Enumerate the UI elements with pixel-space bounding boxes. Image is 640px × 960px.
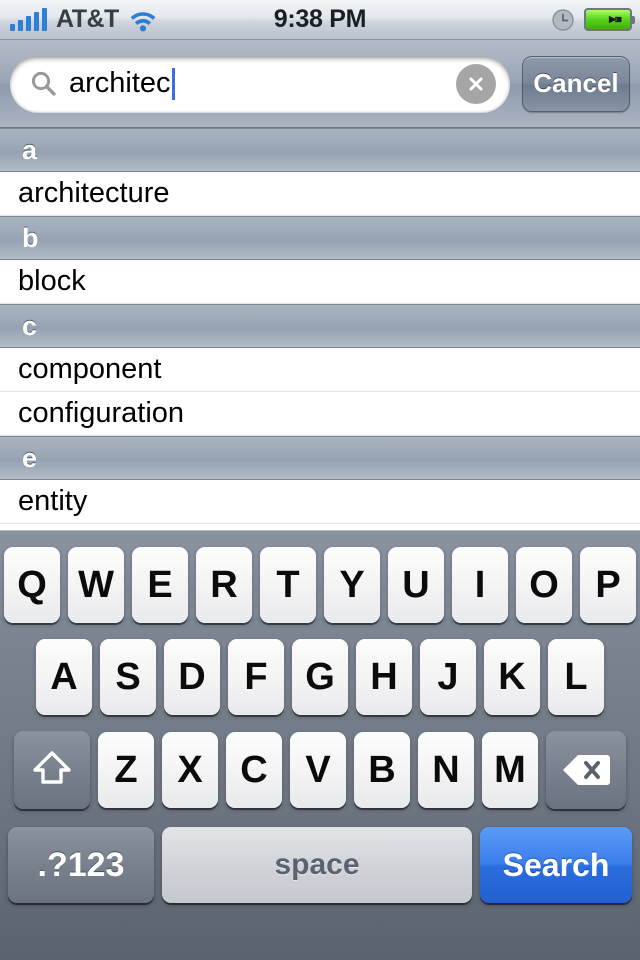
text-caret	[171, 67, 175, 100]
section-header-a: a	[0, 128, 640, 172]
backspace-key[interactable]	[546, 731, 626, 809]
section-header-e: e	[0, 436, 640, 480]
keyboard-row-1: Q W E R T Y U I O P	[0, 547, 640, 623]
key-w[interactable]: W	[68, 547, 124, 623]
list-item[interactable]: component	[0, 348, 640, 392]
key-x[interactable]: X	[162, 732, 218, 808]
keyboard-row-2: A S D F G H J K L	[0, 639, 640, 715]
numbers-key[interactable]: .?123	[8, 827, 154, 903]
key-k[interactable]: K	[484, 639, 540, 715]
backspace-icon	[562, 752, 610, 788]
key-d[interactable]: D	[164, 639, 220, 715]
clock-icon	[552, 8, 574, 31]
battery-charging-icon	[584, 8, 635, 31]
clear-circle-icon[interactable]	[456, 63, 496, 104]
list-item[interactable]: architecture	[0, 172, 640, 216]
key-v[interactable]: V	[290, 732, 346, 808]
key-p[interactable]: P	[580, 547, 636, 623]
onscreen-keyboard: Q W E R T Y U I O P A S D F G H J K L Z …	[0, 530, 640, 960]
key-n[interactable]: N	[418, 732, 474, 808]
shift-key[interactable]	[14, 731, 90, 809]
key-a[interactable]: A	[36, 639, 92, 715]
key-c[interactable]: C	[226, 732, 282, 808]
key-z[interactable]: Z	[98, 732, 154, 808]
key-b[interactable]: B	[354, 732, 410, 808]
suggestions-list[interactable]: a architecture b block c component confi…	[0, 128, 640, 530]
key-h[interactable]: H	[356, 639, 412, 715]
key-j[interactable]: J	[420, 639, 476, 715]
section-header-b: b	[0, 216, 640, 260]
key-r[interactable]: R	[196, 547, 252, 623]
search-key[interactable]: Search	[480, 827, 632, 903]
key-t[interactable]: T	[260, 547, 316, 623]
status-bar-right	[552, 8, 635, 31]
search-input-value: architec	[69, 67, 171, 99]
shift-arrow-icon	[31, 749, 73, 791]
cancel-button[interactable]: Cancel	[522, 55, 630, 112]
key-i[interactable]: I	[452, 547, 508, 623]
list-item[interactable]: block	[0, 260, 640, 304]
clock-time: 9:38 PM	[273, 5, 367, 33]
key-g[interactable]: G	[292, 639, 348, 715]
list-item[interactable]: entity	[0, 480, 640, 524]
search-text-wrapper: architec	[69, 67, 456, 100]
search-bar: architec Cancel	[0, 40, 640, 128]
section-header-c: c	[0, 304, 640, 348]
search-input[interactable]: architec	[10, 55, 510, 112]
key-q[interactable]: Q	[4, 547, 60, 623]
key-y[interactable]: Y	[324, 547, 380, 623]
key-o[interactable]: O	[516, 547, 572, 623]
key-s[interactable]: S	[100, 639, 156, 715]
status-bar: AT&T 9:38 PM	[0, 0, 640, 40]
key-f[interactable]: F	[228, 639, 284, 715]
keyboard-row-3: Z X C V B N M	[0, 731, 640, 809]
search-icon	[10, 70, 57, 97]
key-u[interactable]: U	[388, 547, 444, 623]
keyboard-row-4: .?123 space Search	[0, 827, 640, 903]
key-l[interactable]: L	[548, 639, 604, 715]
space-key[interactable]: space	[162, 827, 472, 903]
key-e[interactable]: E	[132, 547, 188, 623]
list-item[interactable]: configuration	[0, 392, 640, 436]
iphone-screen: AT&T 9:38 PM architec Cancel a architect…	[0, 0, 640, 960]
key-m[interactable]: M	[482, 732, 538, 808]
